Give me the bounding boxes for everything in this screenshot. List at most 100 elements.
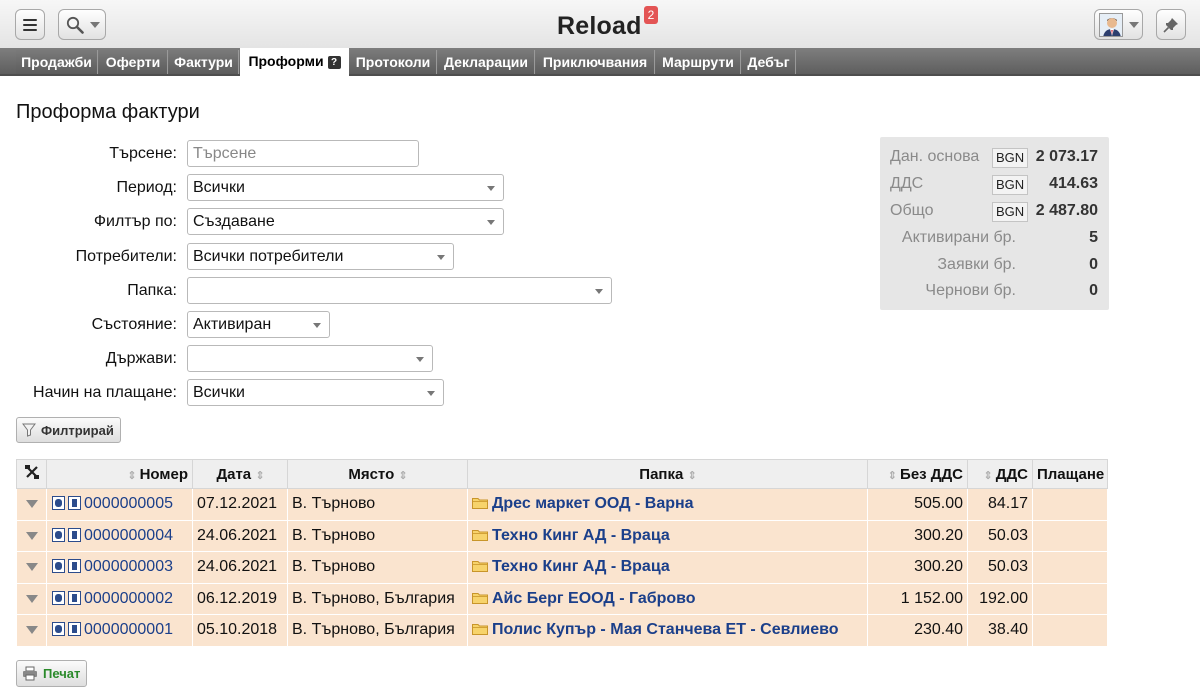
document-pdf-icon[interactable] (68, 590, 81, 605)
menu-button[interactable] (15, 9, 45, 40)
document-view-icon[interactable] (52, 559, 65, 574)
number-cell: 0000000001 (46, 614, 193, 647)
folder-select[interactable] (187, 277, 612, 304)
row-actions-cell[interactable] (16, 582, 47, 615)
number-header-label: Номер (139, 465, 188, 483)
summary-total-value: 2 487.80 (1035, 202, 1098, 219)
payment-cell (1032, 551, 1108, 584)
summary-vat-currency: BGN (992, 175, 1029, 195)
table-row[interactable]: 0000000001 05.10.2018 В. Търново, България… (16, 614, 1108, 647)
tab-routes[interactable]: Маршрути (656, 50, 741, 74)
vat-cell: 50.03 (967, 519, 1033, 552)
print-button[interactable]: Печат (16, 660, 88, 687)
row-actions-cell[interactable] (16, 614, 47, 647)
summary-vat-value: 414.63 (1049, 175, 1098, 192)
table-row[interactable]: 0000000005 07.12.2021 В. Търново Дрес марке… (16, 488, 1108, 521)
tab-proforma[interactable]: Проформи? (240, 48, 349, 76)
filter-by-select[interactable]: Създаване (187, 208, 504, 235)
invoice-number-link[interactable]: 0000000004 (84, 527, 173, 544)
date-cell: 24.06.2021 (192, 519, 288, 552)
period-label: Период: (116, 179, 177, 196)
invoice-number-link[interactable]: 0000000001 (84, 621, 173, 638)
tab-protocols[interactable]: Протоколи (350, 50, 437, 74)
row-menu-caret-icon[interactable] (25, 563, 38, 572)
tab-offers[interactable]: Оферти (99, 50, 168, 74)
table-row[interactable]: 0000000004 24.06.2021 В. Търново Техно Кинг… (16, 519, 1108, 552)
row-menu-caret-icon[interactable] (25, 594, 38, 603)
date-header[interactable]: Дата ⇕ (192, 459, 288, 489)
document-pdf-icon[interactable] (68, 559, 81, 574)
row-actions-cell[interactable] (16, 488, 47, 521)
filter-button[interactable]: Филтрирай (16, 417, 121, 443)
folder-link[interactable]: Техно Кинг АД - Враца (492, 558, 670, 575)
user-menu-button[interactable] (1094, 9, 1143, 40)
document-view-icon[interactable] (52, 590, 65, 605)
notification-badge[interactable]: 2 (644, 6, 658, 24)
pin-button[interactable] (1156, 9, 1186, 40)
payment-cell (1032, 614, 1108, 647)
folder-label: Папка: (127, 282, 177, 299)
folder-cell: Дрес маркет ООД - Варна (467, 488, 868, 521)
row-menu-caret-icon[interactable] (25, 500, 38, 509)
vat-header[interactable]: ⇕ ДДС (967, 459, 1033, 489)
tools-header[interactable] (16, 459, 47, 489)
chevron-down-icon (416, 357, 424, 362)
funnel-icon (22, 423, 36, 437)
tab-sales[interactable]: Продажби (16, 50, 98, 74)
net-cell: 300.20 (867, 519, 968, 552)
tab-invoices[interactable]: Фактури (169, 50, 239, 74)
folder-cell: Айс Берг ЕООД - Габрово (467, 582, 868, 615)
place-header[interactable]: Място ⇕ (287, 459, 468, 489)
tab-debug[interactable]: Дебъг (742, 50, 796, 74)
tab-declarations[interactable]: Декларации (438, 50, 535, 74)
payment-cell (1032, 488, 1108, 521)
users-select[interactable]: Всички потребители (187, 243, 454, 270)
countries-select[interactable] (187, 345, 433, 372)
document-view-icon[interactable] (52, 496, 65, 511)
invoice-number-link[interactable]: 0000000002 (84, 590, 173, 607)
row-actions-cell[interactable] (16, 519, 47, 552)
payment-select[interactable]: Всички (187, 379, 444, 406)
document-view-icon[interactable] (52, 622, 65, 637)
sort-icon: ⇕ (255, 469, 264, 482)
help-icon[interactable]: ? (327, 56, 341, 69)
document-pdf-icon[interactable] (68, 622, 81, 637)
row-actions-cell[interactable] (16, 551, 47, 584)
tab-closings[interactable]: Приключвания (536, 50, 655, 74)
table-row[interactable]: 0000000002 06.12.2019 В. Търново, България… (16, 582, 1108, 615)
folder-link[interactable]: Техно Кинг АД - Враца (492, 527, 670, 544)
payment-header[interactable]: Плащане (1032, 459, 1108, 489)
summary-activated-label: Активирани бр. (901, 229, 1016, 246)
table-row[interactable]: 0000000003 24.06.2021 В. Търново Техно Кинг… (16, 551, 1108, 584)
date-cell: 06.12.2019 (192, 582, 288, 615)
invoice-number-link[interactable]: 0000000003 (84, 558, 173, 575)
search-input[interactable] (187, 140, 419, 167)
payment-value: Всички (193, 384, 245, 401)
folder-link[interactable]: Айс Берг ЕООД - Габрово (492, 590, 696, 607)
state-select[interactable]: Активиран (187, 311, 330, 338)
folder-header[interactable]: Папка ⇕ (467, 459, 868, 489)
summary-base-value: 2 073.17 (1035, 148, 1098, 165)
net-header[interactable]: ⇕ Без ДДС (867, 459, 968, 489)
net-header-label: Без ДДС (900, 465, 963, 483)
document-pdf-icon[interactable] (68, 527, 81, 542)
filter-by-label: Филтър по: (93, 213, 177, 230)
row-menu-caret-icon[interactable] (25, 531, 38, 540)
row-menu-caret-icon[interactable] (25, 626, 38, 635)
number-cell: 0000000004 (46, 519, 193, 552)
document-view-icon[interactable] (52, 527, 65, 542)
chevron-down-icon (437, 255, 445, 260)
date-cell: 07.12.2021 (192, 488, 288, 521)
number-header[interactable]: ⇕ Номер (46, 459, 193, 489)
folder-cell: Техно Кинг АД - Враца (467, 519, 868, 552)
invoice-number-link[interactable]: 0000000005 (84, 495, 173, 512)
filter-button-label: Филтрирай (41, 422, 114, 438)
folder-link[interactable]: Дрес маркет ООД - Варна (492, 495, 694, 512)
folder-link[interactable]: Полис Купър - Мая Станчева ЕТ - Севлиево (492, 621, 839, 638)
page-title: Проформа фактури (16, 101, 200, 123)
document-pdf-icon[interactable] (68, 496, 81, 511)
table-header-row: ⇕ Номер Дата ⇕ Място ⇕ Папка ⇕ ⇕ Без ДДС… (16, 459, 1108, 489)
period-select[interactable]: Всички (187, 174, 504, 201)
tools-icon (24, 465, 39, 479)
search-button[interactable] (58, 9, 106, 40)
